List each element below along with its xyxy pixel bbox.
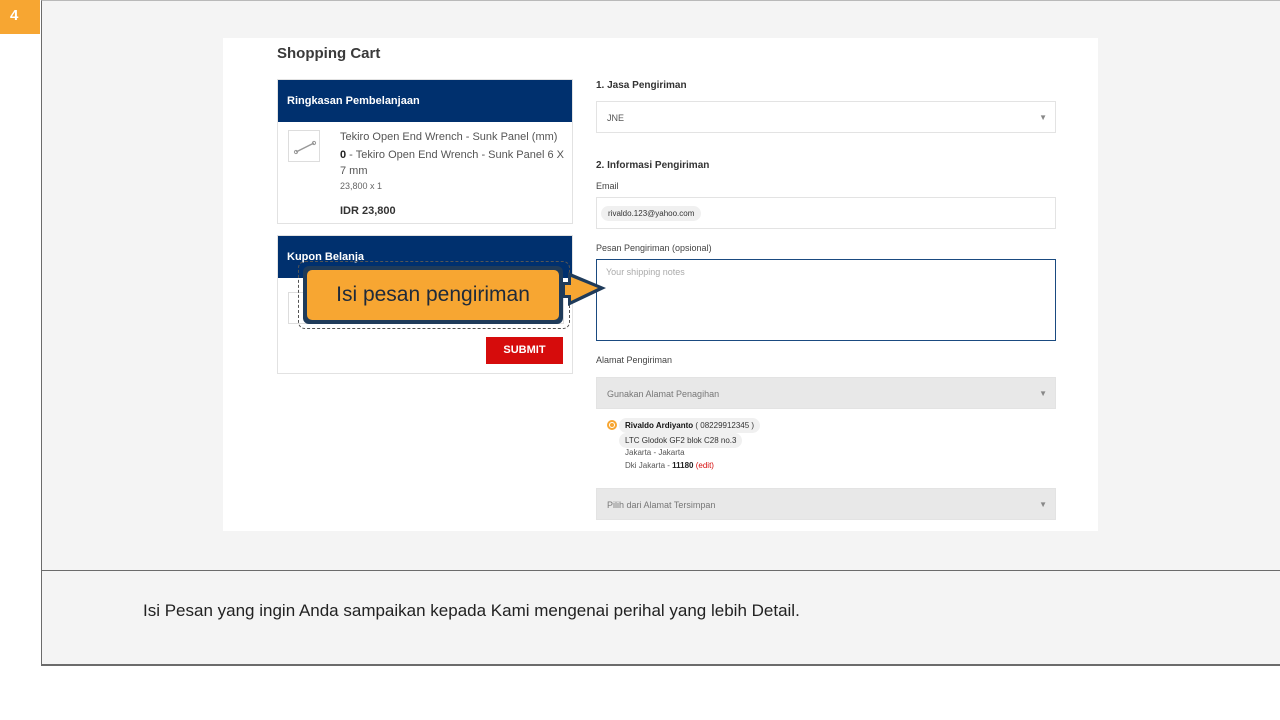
shipping-address-label: Alamat Pengiriman: [596, 355, 673, 365]
address-recipient: Rivaldo Ardiyanto ( 08229912345 ): [619, 418, 761, 433]
postal-code: 11180: [672, 461, 694, 470]
saved-address-select[interactable]: Pilih dari Alamat Tersimpan ▼: [596, 488, 1056, 520]
step-number-badge: 4: [0, 0, 40, 34]
shipping-notes-textarea[interactable]: Your shipping notes: [596, 259, 1056, 341]
recipient-name: Rivaldo Ardiyanto: [625, 421, 694, 430]
email-value: rivaldo.123@yahoo.com: [601, 206, 702, 221]
chevron-down-icon: ▼: [1039, 500, 1047, 509]
edit-address-link[interactable]: (edit): [694, 461, 714, 470]
email-label: Email: [596, 181, 619, 191]
shipping-notes-placeholder: Your shipping notes: [606, 267, 685, 277]
courier-select[interactable]: JNE ▼: [596, 101, 1056, 133]
tutorial-callout: Isi pesan pengiriman: [303, 266, 563, 324]
chevron-down-icon: ▼: [1039, 113, 1047, 122]
wrench-icon: [293, 140, 317, 155]
address-radio[interactable]: [607, 420, 617, 430]
product-variant: 0 - Tekiro Open End Wrench - Sunk Panel …: [340, 147, 565, 179]
coupon-submit-button[interactable]: SUBMIT: [486, 337, 563, 364]
recipient-phone: ( 08229912345 ): [693, 421, 755, 430]
purchase-summary-panel: Ringkasan Pembelanjaan Tekiro Open End W…: [277, 79, 573, 224]
chevron-down-icon: ▼: [1039, 389, 1047, 398]
variant-name: - Tekiro Open End Wrench - Sunk Panel 6 …: [340, 149, 564, 177]
shipping-notes-label: Pesan Pengiriman (opsional): [596, 243, 712, 253]
courier-section-title: 1. Jasa Pengiriman: [596, 80, 687, 91]
product-total: IDR 23,800: [340, 205, 396, 217]
address-city: Jakarta - Jakarta: [625, 448, 685, 457]
address-card: Rivaldo Ardiyanto ( 08229912345 ) LTC Gl…: [596, 409, 1056, 488]
product-thumbnail[interactable]: [288, 130, 320, 162]
caption-divider: [41, 570, 1280, 571]
callout-arrow-icon: [562, 272, 606, 306]
address-street: LTC Glodok GF2 blok C28 no.3: [619, 433, 743, 448]
purchase-summary-header: Ringkasan Pembelanjaan: [278, 80, 572, 122]
callout-text: Isi pesan pengiriman: [307, 270, 559, 320]
province-name: Dki Jakarta -: [625, 461, 673, 470]
saved-address-select-value: Pilih dari Alamat Tersimpan: [607, 500, 716, 510]
product-name: Tekiro Open End Wrench - Sunk Panel (mm): [340, 131, 558, 143]
billing-address-select-value: Gunakan Alamat Penagihan: [607, 389, 720, 399]
email-field[interactable]: rivaldo.123@yahoo.com: [596, 197, 1056, 229]
courier-select-value: JNE: [607, 113, 625, 123]
product-price-quantity: 23,800 x 1: [340, 181, 383, 191]
page-title: Shopping Cart: [277, 45, 381, 62]
address-province: Dki Jakarta - 11180 (edit): [625, 461, 714, 470]
billing-address-select[interactable]: Gunakan Alamat Penagihan ▼: [596, 377, 1056, 409]
shipping-info-section-title: 2. Informasi Pengiriman: [596, 160, 710, 171]
tutorial-caption: Isi Pesan yang ingin Anda sampaikan kepa…: [143, 601, 800, 620]
